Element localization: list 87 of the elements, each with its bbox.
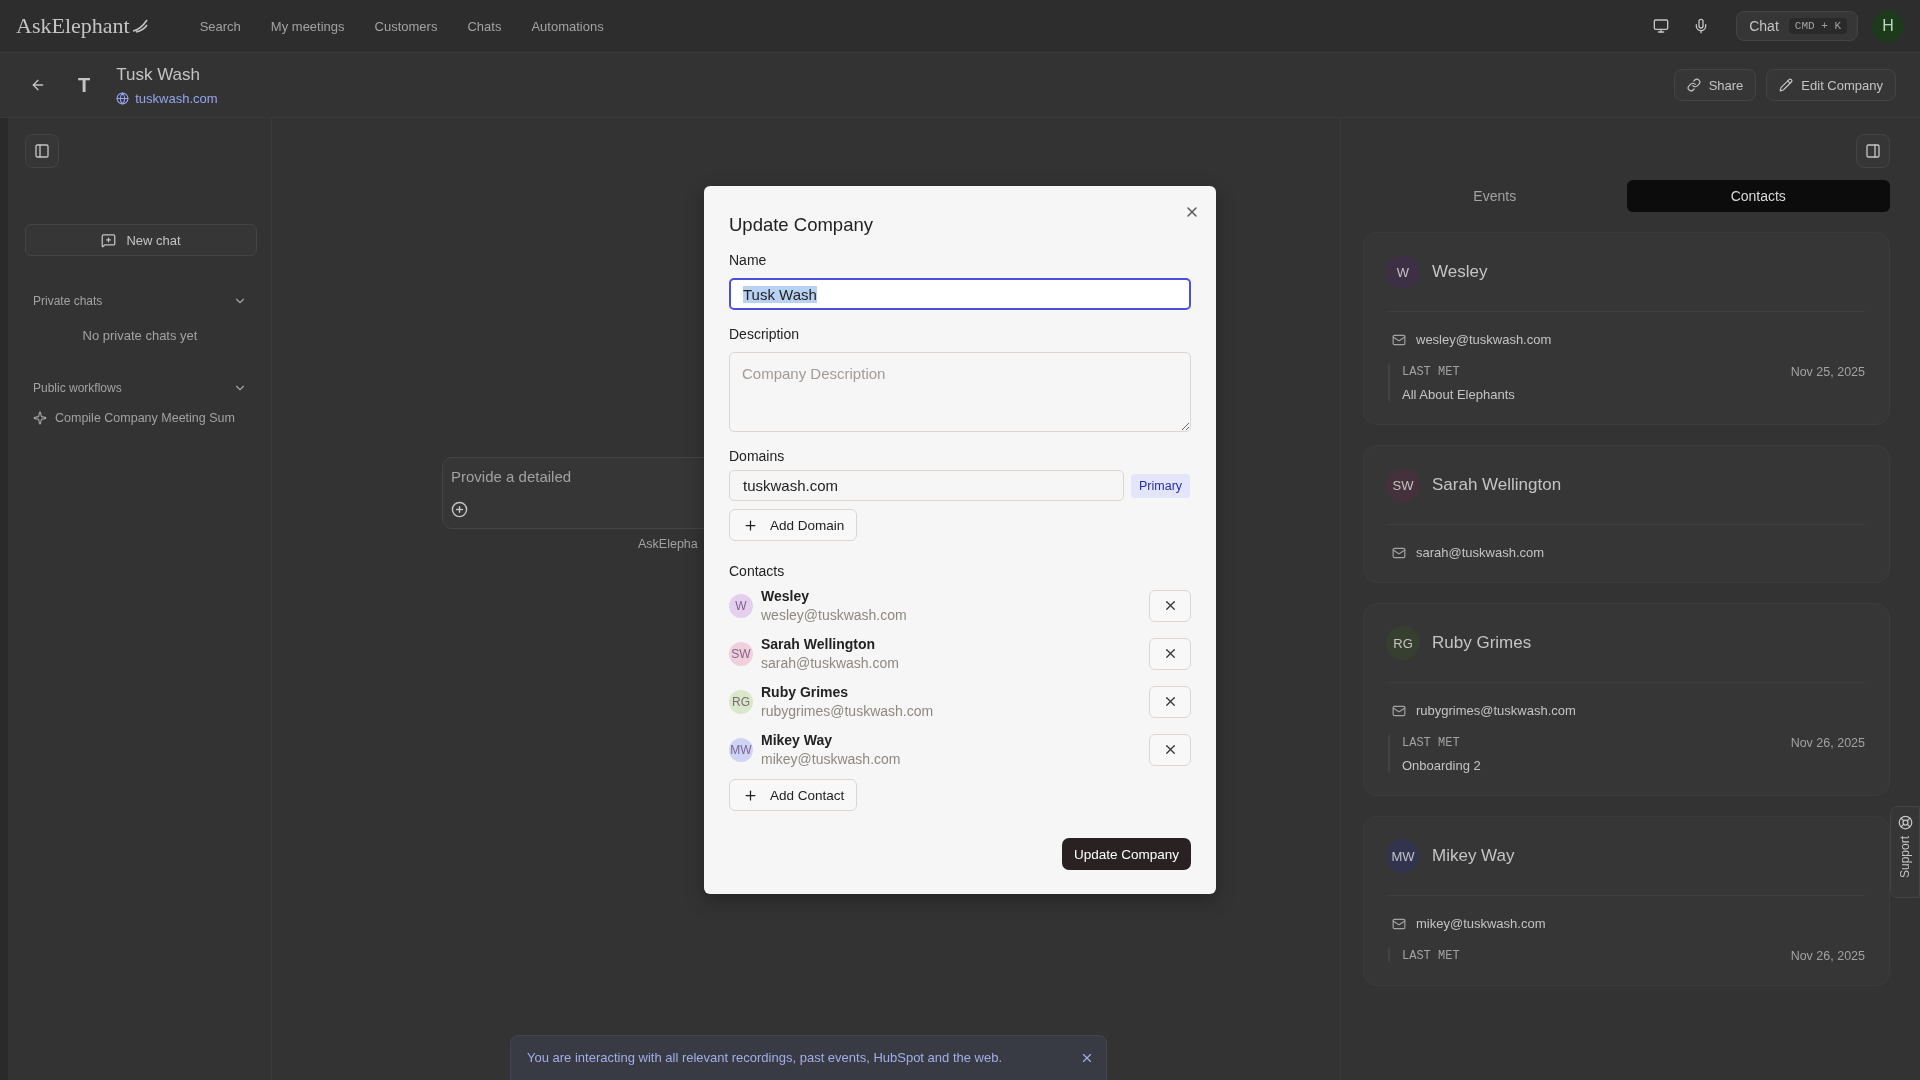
chat-button[interactable]: Chat CMD + K (1736, 11, 1858, 41)
logo[interactable]: AskElephant (16, 13, 130, 39)
plus-icon (743, 787, 758, 803)
contact-email: mikey@tuskwash.com (1416, 916, 1546, 931)
last-met-date: Nov 25, 2025 (1790, 365, 1865, 379)
contact-avatar: RG (729, 689, 753, 714)
workflow-item[interactable]: Compile Company Meeting Sum (33, 411, 255, 425)
contact-name: Mikey Way (761, 732, 834, 748)
panel-icon (1865, 143, 1881, 159)
last-met-label: LAST MET (1402, 949, 1460, 963)
name-field[interactable]: Tusk Wash (729, 278, 1191, 310)
back-icon[interactable] (30, 77, 46, 93)
add-domain-button[interactable]: Add Domain (729, 509, 858, 541)
panel-toggle-button[interactable] (1856, 134, 1890, 168)
chat-plus-icon (101, 232, 117, 248)
sidebar-toggle-button[interactable] (25, 134, 59, 168)
section-title: Private chats (33, 294, 103, 308)
lifebuoy-icon (1897, 815, 1913, 830)
mail-icon (1392, 545, 1406, 560)
contact-avatar: RG (1386, 626, 1420, 660)
contact-avatar: SW (1386, 468, 1420, 502)
meeting-title: Onboarding 2 (1402, 758, 1482, 773)
nav-link[interactable]: Search (199, 18, 241, 34)
company-initial: T (78, 73, 91, 97)
last-met-label: LAST MET (1402, 365, 1460, 379)
mail-icon (1392, 332, 1406, 347)
sparkle-icon (33, 411, 47, 425)
edit-button[interactable]: Edit Company (1766, 69, 1896, 101)
tab[interactable]: Contacts (1626, 180, 1890, 212)
domain-field[interactable]: tuskwash.com (729, 470, 1124, 501)
plus-icon (743, 517, 758, 533)
company-name: Tusk Wash (116, 64, 201, 85)
contact-email: wesley@tuskwash.com (1416, 332, 1552, 347)
last-met-label: LAST MET (1402, 736, 1460, 750)
dialog-title: Update Company (729, 214, 874, 236)
contact-name: Ruby Grimes (1432, 633, 1532, 653)
domain-link[interactable]: tuskwash.com (116, 90, 218, 106)
contact-email: wesley@tuskwash.com (761, 607, 908, 623)
primary-tag: Primary (1131, 473, 1191, 498)
globe-icon (116, 91, 130, 105)
user-avatar[interactable]: H (1872, 10, 1904, 42)
mail-icon (1392, 916, 1406, 931)
new-chat-button[interactable]: New chat (25, 224, 257, 256)
empty-text: No private chats yet (82, 328, 198, 343)
panel-icon (34, 143, 50, 159)
nav-link[interactable]: My meetings (270, 18, 345, 34)
tab[interactable]: Events (1363, 180, 1627, 212)
contact-email: rubygrimes@tuskwash.com (761, 703, 935, 719)
field-label: Contacts (729, 563, 786, 579)
mail-icon (1392, 703, 1406, 718)
meeting-title: All About Elephants (1402, 387, 1516, 402)
nav-link[interactable]: Customers (374, 18, 438, 34)
contact-avatar: SW (729, 641, 753, 666)
contact-name: Ruby Grimes (761, 684, 850, 700)
contact-name: Wesley (761, 588, 810, 604)
support-tab[interactable]: Support (1890, 806, 1920, 898)
link-icon (1686, 78, 1701, 92)
nav-link[interactable]: Chats (467, 18, 502, 34)
contact-email: rubygrimes@tuskwash.com (1416, 703, 1576, 718)
field-label: Description (729, 326, 801, 342)
contact-email: mikey@tuskwash.com (761, 751, 902, 767)
swoosh-icon (131, 19, 148, 33)
contact-avatar: W (1386, 255, 1420, 289)
contact-name: Sarah Wellington (1432, 475, 1562, 495)
contact-avatar: MW (729, 737, 753, 762)
contact-name: Sarah Wellington (761, 636, 877, 652)
add-icon[interactable] (451, 501, 468, 518)
contact-avatar: MW (1386, 839, 1420, 873)
contact-email: sarah@tuskwash.com (1416, 545, 1545, 560)
update-company-button[interactable]: Update Company (1061, 838, 1191, 870)
field-label: Name (729, 252, 768, 268)
last-met-date: Nov 26, 2025 (1790, 949, 1865, 963)
nav-link[interactable]: Automations (531, 18, 604, 34)
contact-avatar: W (729, 593, 753, 618)
section-title: Public workflows (33, 381, 122, 395)
banner-text: You are interacting with all relevant recordings, past events, HubSpot and the web. (527, 1050, 1003, 1065)
footer-note: AskElepha (638, 537, 698, 551)
add-contact-button[interactable]: Add Contact (729, 779, 858, 811)
last-met-date: Nov 26, 2025 (1790, 736, 1865, 750)
field-label: Domains (729, 448, 786, 464)
pencil-icon (1779, 78, 1794, 92)
description-field[interactable]: Company Description (729, 352, 1191, 432)
contact-name: Mikey Way (1432, 846, 1515, 866)
contact-email: sarah@tuskwash.com (761, 655, 900, 671)
shortcut-hint: CMD + K (1788, 18, 1847, 34)
share-button[interactable]: Share (1673, 69, 1757, 101)
contact-name: Wesley (1432, 262, 1488, 282)
